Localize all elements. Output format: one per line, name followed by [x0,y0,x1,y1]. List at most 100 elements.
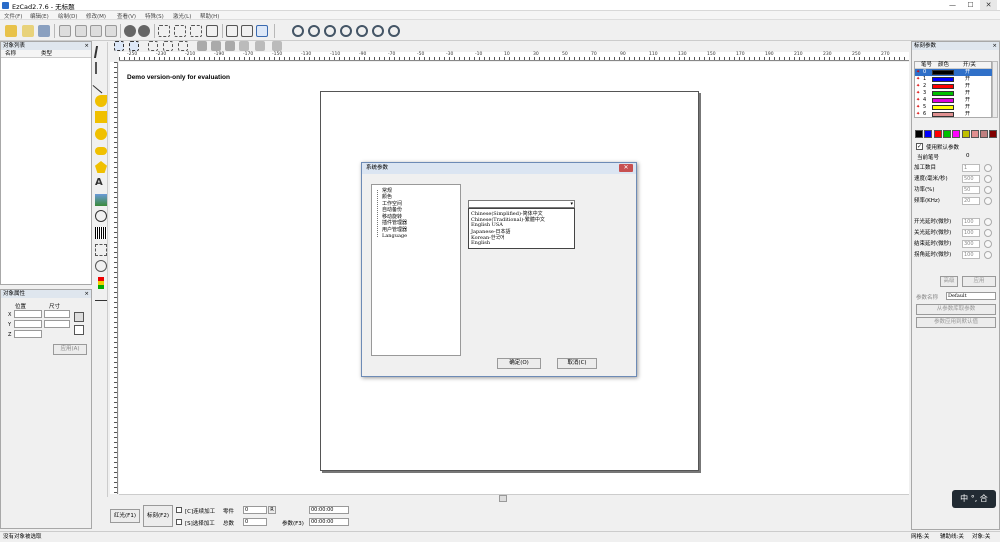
delay-input[interactable]: 100 [962,218,980,226]
spin-icon[interactable] [984,186,992,194]
zoom-object-icon[interactable] [356,25,368,37]
close-icon[interactable]: × [992,42,997,50]
pen-row[interactable]: ✦ 5 开 [915,104,993,111]
lock-all-icon[interactable] [225,41,235,51]
grid-icon[interactable] [158,25,170,37]
zoom-select-icon[interactable] [388,25,400,37]
apply-all-button[interactable]: 应用 [962,276,996,287]
save-icon[interactable] [38,25,50,37]
tree-item-user-manager[interactable]: 用户管理器 [382,226,407,233]
pen-row[interactable]: ✦ 6 开 [915,111,993,118]
curve-icon[interactable] [95,95,107,107]
zoom-all-icon[interactable] [340,25,352,37]
pen-row[interactable]: ✦ 0 开 [915,69,993,76]
clock-icon[interactable] [95,260,107,272]
use-default-checkbox[interactable]: ✓ [916,143,923,150]
extend-axis-icon[interactable] [95,293,107,301]
menu-edit[interactable]: 编辑(E) [30,12,49,20]
zoom-in-icon[interactable] [308,25,320,37]
menu-help[interactable]: 帮助(H) [200,12,219,20]
pos-z-input[interactable] [14,330,42,338]
color-swatch[interactable] [961,130,970,138]
col-type[interactable]: 类型 [41,50,52,58]
path-icon[interactable] [255,41,265,51]
cancel-button[interactable]: 取消(C) [557,358,597,369]
snap-status[interactable]: 对象:关 [972,532,990,542]
new-icon[interactable] [5,25,17,37]
col-name[interactable]: 名称 [5,50,16,58]
select-icon[interactable] [93,46,109,58]
paste-icon[interactable] [105,25,117,37]
option-english[interactable]: English [471,240,490,246]
copy-icon[interactable] [90,25,102,37]
continuous-checkbox[interactable] [176,507,182,513]
print-icon[interactable] [59,25,71,37]
language-select[interactable]: ▾ [468,200,575,208]
spin-icon[interactable] [984,175,992,183]
vector-icon[interactable] [95,210,107,222]
mirror-icon[interactable] [272,41,282,51]
scroll-thumb[interactable] [499,495,507,502]
lock-icon[interactable] [197,41,207,51]
redo-icon[interactable] [138,25,150,37]
advanced-button[interactable]: 高级 [940,276,958,287]
color-swatch[interactable] [915,130,923,138]
document-icon[interactable] [256,25,268,37]
undo-icon[interactable] [124,25,136,37]
tree-item-plugin-manager[interactable]: 插件管理器 [382,219,407,226]
minimize-button[interactable]: — [944,0,961,10]
open-icon[interactable] [22,25,34,37]
zoom-workspace-icon[interactable] [372,25,384,37]
menu-laser[interactable]: 激光(L) [173,12,191,20]
params-button[interactable]: 参数(F3) [282,519,304,527]
select-all-icon[interactable] [114,41,124,51]
horizontal-scrollbar[interactable] [119,494,909,502]
pen-row[interactable]: ✦ 4 开 [915,97,993,104]
color-swatch[interactable] [933,130,942,138]
color-swatch[interactable] [980,130,989,138]
pen-row[interactable]: ✦ 3 开 [915,90,993,97]
tree-item-autosave[interactable]: 自动备份 [382,206,402,213]
load-from-library-button[interactable]: 从参数库取参数 [916,304,996,315]
zoom-hand-icon[interactable] [292,25,304,37]
pen-list-scrollbar[interactable] [992,61,998,118]
pos-y-input[interactable] [14,320,42,328]
cut-icon[interactable] [75,25,87,37]
timer-icon[interactable] [95,244,107,256]
trim-icon[interactable] [239,41,249,51]
color-swatch[interactable] [942,130,951,138]
tree-item-color[interactable]: 颜色 [382,193,392,200]
object-list[interactable] [1,58,91,284]
invert-select-icon[interactable] [129,41,139,51]
signal-icon[interactable] [98,277,104,289]
circle-icon[interactable] [95,128,107,140]
spin-icon[interactable] [984,164,992,172]
color-swatch[interactable] [970,130,979,138]
param-input[interactable]: 20 [962,197,980,205]
unlock-icon[interactable] [211,41,221,51]
pen-row[interactable]: ✦ 2 开 [915,83,993,90]
param-name-input[interactable]: Default [946,292,996,300]
node-edit-icon[interactable] [206,25,218,37]
menu-view[interactable]: 查看(V) [117,12,136,20]
mark-button[interactable]: 标刻(F2) [143,505,173,527]
align-left-icon[interactable] [148,41,158,51]
menu-modify[interactable]: 修改(M) [86,12,106,20]
total-input[interactable]: 0 [243,518,267,526]
zoom-out-icon[interactable] [324,25,336,37]
barcode-icon[interactable] [95,227,107,239]
polygon-icon[interactable] [95,161,107,173]
tree-item-language[interactable]: Language [382,233,407,239]
ok-button[interactable]: 确定(O) [497,358,541,369]
close-button[interactable]: ✕ [980,0,997,10]
menu-special[interactable]: 特殊(S) [145,12,164,20]
apply-button[interactable]: 应用(A) [53,344,87,355]
select-process-checkbox[interactable] [176,519,182,525]
hatch-icon[interactable] [226,25,238,37]
delay-input[interactable]: 300 [962,240,980,248]
line-icon[interactable] [92,76,110,94]
spin-icon[interactable] [984,229,992,237]
ellipse-icon[interactable] [95,147,107,155]
lock-ratio-icon[interactable] [74,312,84,322]
delay-input[interactable]: 100 [962,229,980,237]
